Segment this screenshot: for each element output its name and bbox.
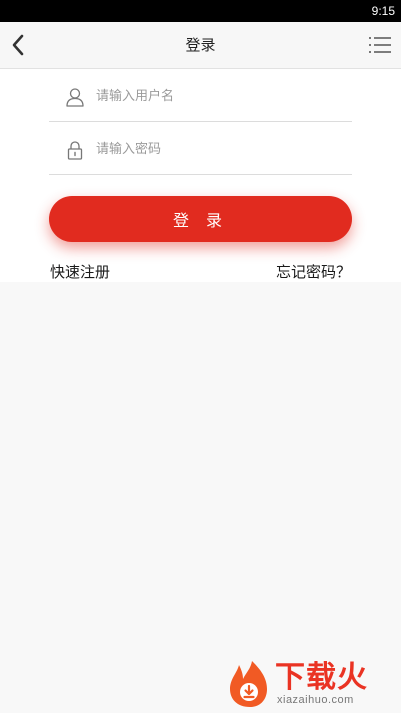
user-icon [66, 88, 84, 107]
username-field [49, 69, 352, 122]
register-link[interactable]: 快速注册 [50, 262, 110, 282]
page-title: 登录 [185, 36, 216, 54]
watermark-brand: 下载火 [275, 660, 368, 695]
watermark-domain: xiazaihuo.com [277, 694, 354, 706]
login-form: 登 录 快速注册 忘记密码？ [0, 69, 401, 282]
flame-logo-icon [230, 661, 267, 707]
password-field [49, 122, 352, 175]
watermark: 下载火 xiazaihuo.com [225, 659, 397, 711]
password-input[interactable] [96, 136, 336, 162]
nav-bar: 登录 [0, 22, 401, 69]
menu-list-icon [369, 37, 391, 53]
menu-button[interactable] [367, 32, 393, 58]
login-button[interactable]: 登 录 [49, 196, 352, 242]
status-time: 9:15 [371, 4, 395, 18]
username-input[interactable] [96, 83, 336, 109]
lock-icon [67, 141, 83, 160]
forgot-password-link[interactable]: 忘记密码？ [276, 262, 351, 282]
status-bar: 9:15 [0, 0, 401, 22]
